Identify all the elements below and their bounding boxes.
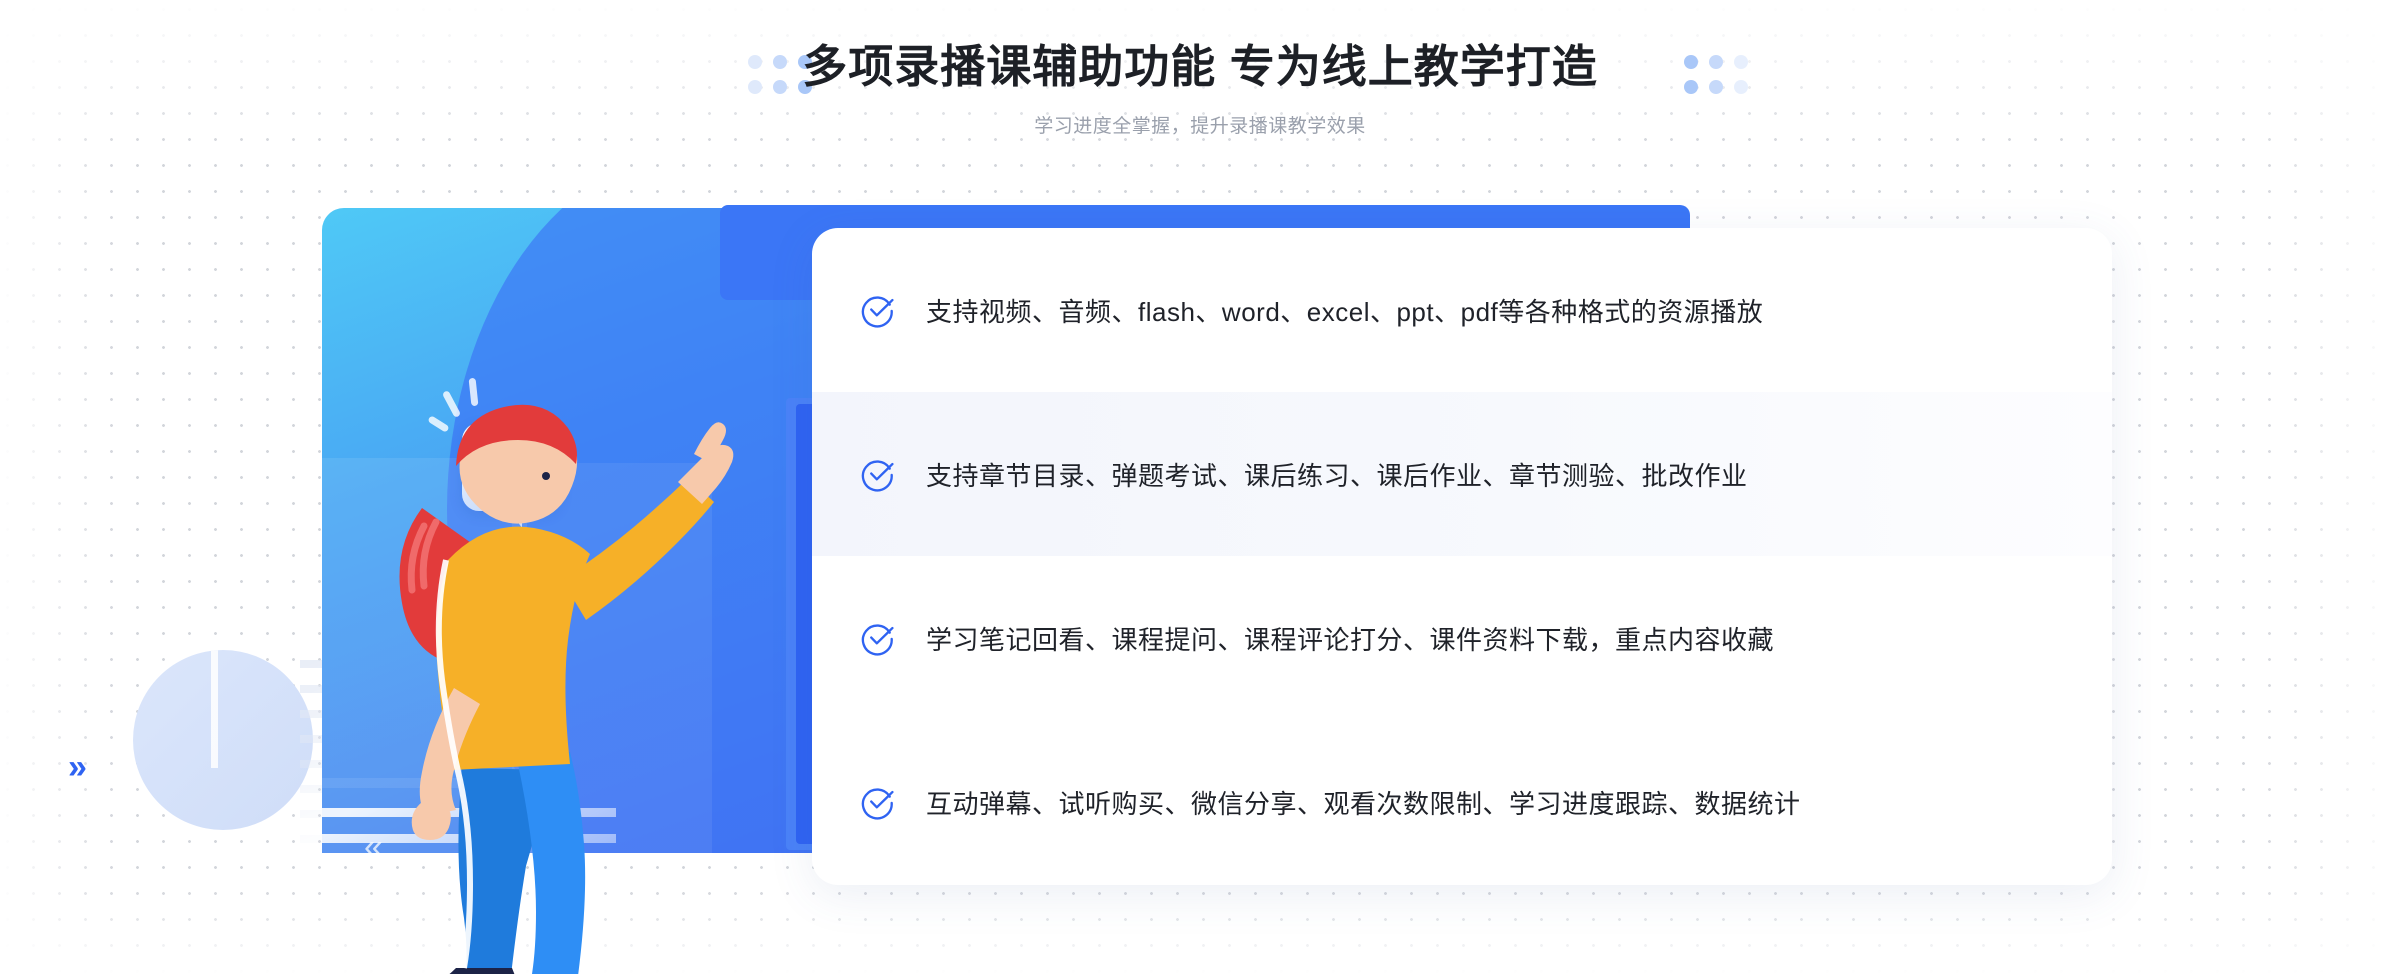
feature-text: 互动弹幕、试听购买、微信分享、观看次数限制、学习进度跟踪、数据统计 <box>926 788 1801 819</box>
person-leg-front <box>518 752 586 974</box>
feature-text: 支持视频、音频、flash、word、excel、ppt、pdf等各种格式的资源… <box>926 296 1764 327</box>
page-header: 多项录播课辅助功能 专为线上教学打造 学习进度全掌握，提升录播课教学效果 <box>0 0 2400 160</box>
feature-text: 支持章节目录、弹题考试、课后练习、课后作业、章节测验、批改作业 <box>926 460 1748 491</box>
feature-card: 支持视频、音频、flash、word、excel、ppt、pdf等各种格式的资源… <box>812 228 2112 885</box>
feature-row-3[interactable]: 学习笔记回看、课程提问、课程评论打分、课件资料下载，重点内容收藏 <box>812 556 2112 720</box>
circle-check-icon <box>861 296 894 328</box>
person-eye <box>542 472 550 480</box>
dot-cluster-right-icon <box>1684 55 1748 94</box>
circle-check-icon <box>861 460 894 492</box>
page-title: 多项录播课辅助功能 专为线上教学打造 <box>802 41 1598 92</box>
feature-row-1[interactable]: 支持视频、音频、flash、word、excel、ppt、pdf等各种格式的资源… <box>812 228 2112 392</box>
person-illustration <box>399 404 734 974</box>
feature-text: 学习笔记回看、课程提问、课程评论打分、课件资料下载，重点内容收藏 <box>926 624 1775 655</box>
person-hand-down <box>411 802 451 840</box>
page-subtitle: 学习进度全掌握，提升录播课教学效果 <box>1034 116 1366 137</box>
circle-stripes <box>211 650 313 768</box>
decorative-circle <box>133 650 313 830</box>
feature-row-4[interactable]: 互动弹幕、试听购买、微信分享、观看次数限制、学习进度跟踪、数据统计 <box>812 720 2112 884</box>
feature-row-2[interactable]: 支持章节目录、弹题考试、课后练习、课后作业、章节测验、批改作业 <box>812 392 2112 556</box>
chevron-right-double-icon: » <box>68 748 87 786</box>
circle-check-icon <box>861 788 894 820</box>
circle-check-icon <box>861 624 894 656</box>
person-sleeve <box>562 478 714 620</box>
